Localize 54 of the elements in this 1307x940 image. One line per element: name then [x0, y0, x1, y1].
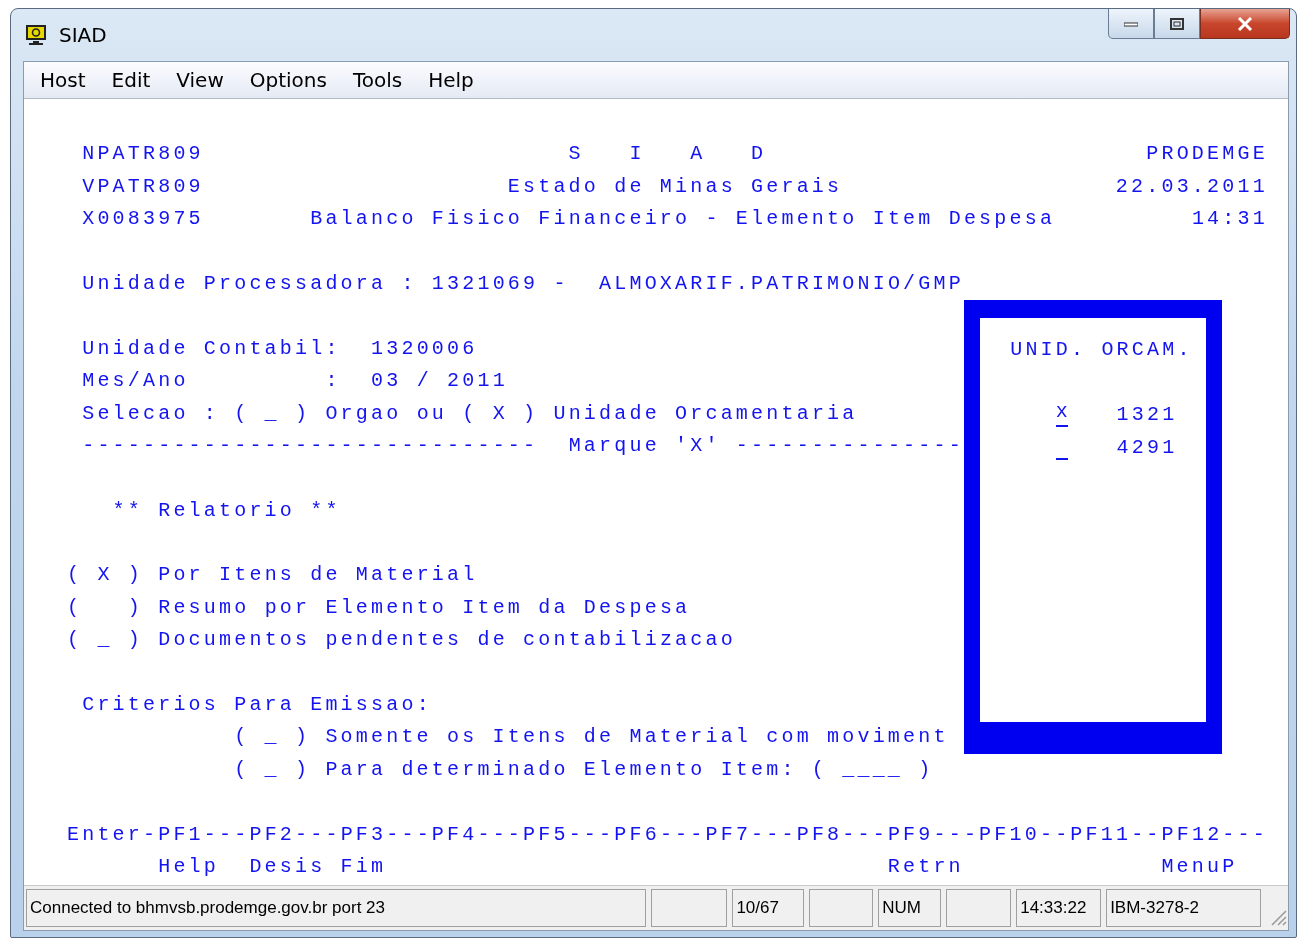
screen-text: PRODEMGE [1146, 142, 1268, 166]
menu-item[interactable]: View [164, 68, 236, 92]
screen-text: S I A D [568, 142, 767, 166]
screen-text: Criterios Para Emissao: [82, 693, 432, 717]
maximize-icon [1170, 17, 1184, 30]
unit-code: 4291 [1116, 434, 1178, 461]
screen-text: Retrn [887, 855, 964, 878]
screen-text: VPATR809 [82, 174, 204, 198]
window-title: SIAD [59, 23, 107, 47]
screen-text: Desis [249, 855, 326, 878]
screen-text: 22.03.2011 [1115, 174, 1268, 198]
screen-text: Marque 'X' [568, 433, 721, 457]
screen-text: Mes/Ano : 03 / 2011 [82, 369, 508, 393]
status-panel [946, 889, 1012, 927]
menu-item[interactable]: Host [28, 68, 98, 92]
popup-header: UNID. ORCAM. [1010, 337, 1193, 364]
screen-text: Balanco Fisico Financeiro - Elemento Item Despesa [310, 207, 1056, 231]
menu-item[interactable]: Options [237, 68, 339, 92]
close-button[interactable] [1200, 9, 1290, 39]
screen-text: ** Relatorio ** [112, 498, 341, 522]
unit-code: 1321 [1116, 402, 1178, 429]
screen-text: Estado de Minas Gerais [507, 174, 843, 198]
screen-text: Help [158, 855, 219, 878]
screen-text: NPATR809 [82, 142, 204, 166]
maximize-button[interactable] [1154, 9, 1200, 39]
status-text: Connected to bhmvsb.prodemge.gov.br port 23 [26, 889, 647, 927]
screen-text: MenuP [1161, 855, 1238, 878]
screen-text: 14:31 [1191, 207, 1268, 231]
status-text: IBM-3278-2 [1106, 889, 1261, 927]
screen-text: ------------------------------ [82, 433, 539, 457]
screen-text: X0083975 [82, 207, 204, 231]
screen-text: ( X ) Por Itens de Material [67, 563, 478, 587]
screen-text: Selecao : ( _ ) Orgao ou ( X ) Unidade Orcamentaria [82, 401, 858, 425]
terminal-icon [25, 24, 47, 46]
menu-item[interactable]: Tools [340, 68, 415, 92]
screen-text: --------------- [735, 433, 964, 457]
screen-text: Unidade Processadora : 1321069 - ALMOXARIF.PATRIMONIO/GMP [82, 271, 964, 295]
minimize-button[interactable] [1108, 9, 1154, 39]
screen-text: Fim [340, 855, 387, 878]
status-text: 14:33:22 [1016, 889, 1102, 927]
screen-text: Enter-PF1---PF2---PF3---PF4---PF5---PF6---PF7---PF8---PF9---PF10--PF11--PF12--- [67, 822, 1268, 846]
screen-text: Unidade Contabil: 1320006 [82, 336, 478, 360]
entry-field[interactable]: x [1055, 399, 1068, 428]
screen-text: ( _ ) Documentos pendentes de contabilizacao [67, 628, 736, 652]
status-panel [809, 889, 874, 927]
status-text: 10/67 [732, 889, 805, 927]
status-text: NUM [878, 889, 942, 927]
screen-text: ( _ ) Somente os Itens de Material com moviment [234, 725, 949, 749]
screen-text: ( ) Resumo por Elemento Item da Despesa [67, 595, 691, 619]
screen-text: ( _ ) Para determinado Elemento Item: ( ____ ) [234, 757, 934, 781]
minimize-icon [1124, 20, 1138, 27]
menu-item[interactable]: Help [416, 68, 486, 92]
close-icon [1237, 16, 1253, 31]
menu-item[interactable]: Edit [99, 68, 163, 92]
